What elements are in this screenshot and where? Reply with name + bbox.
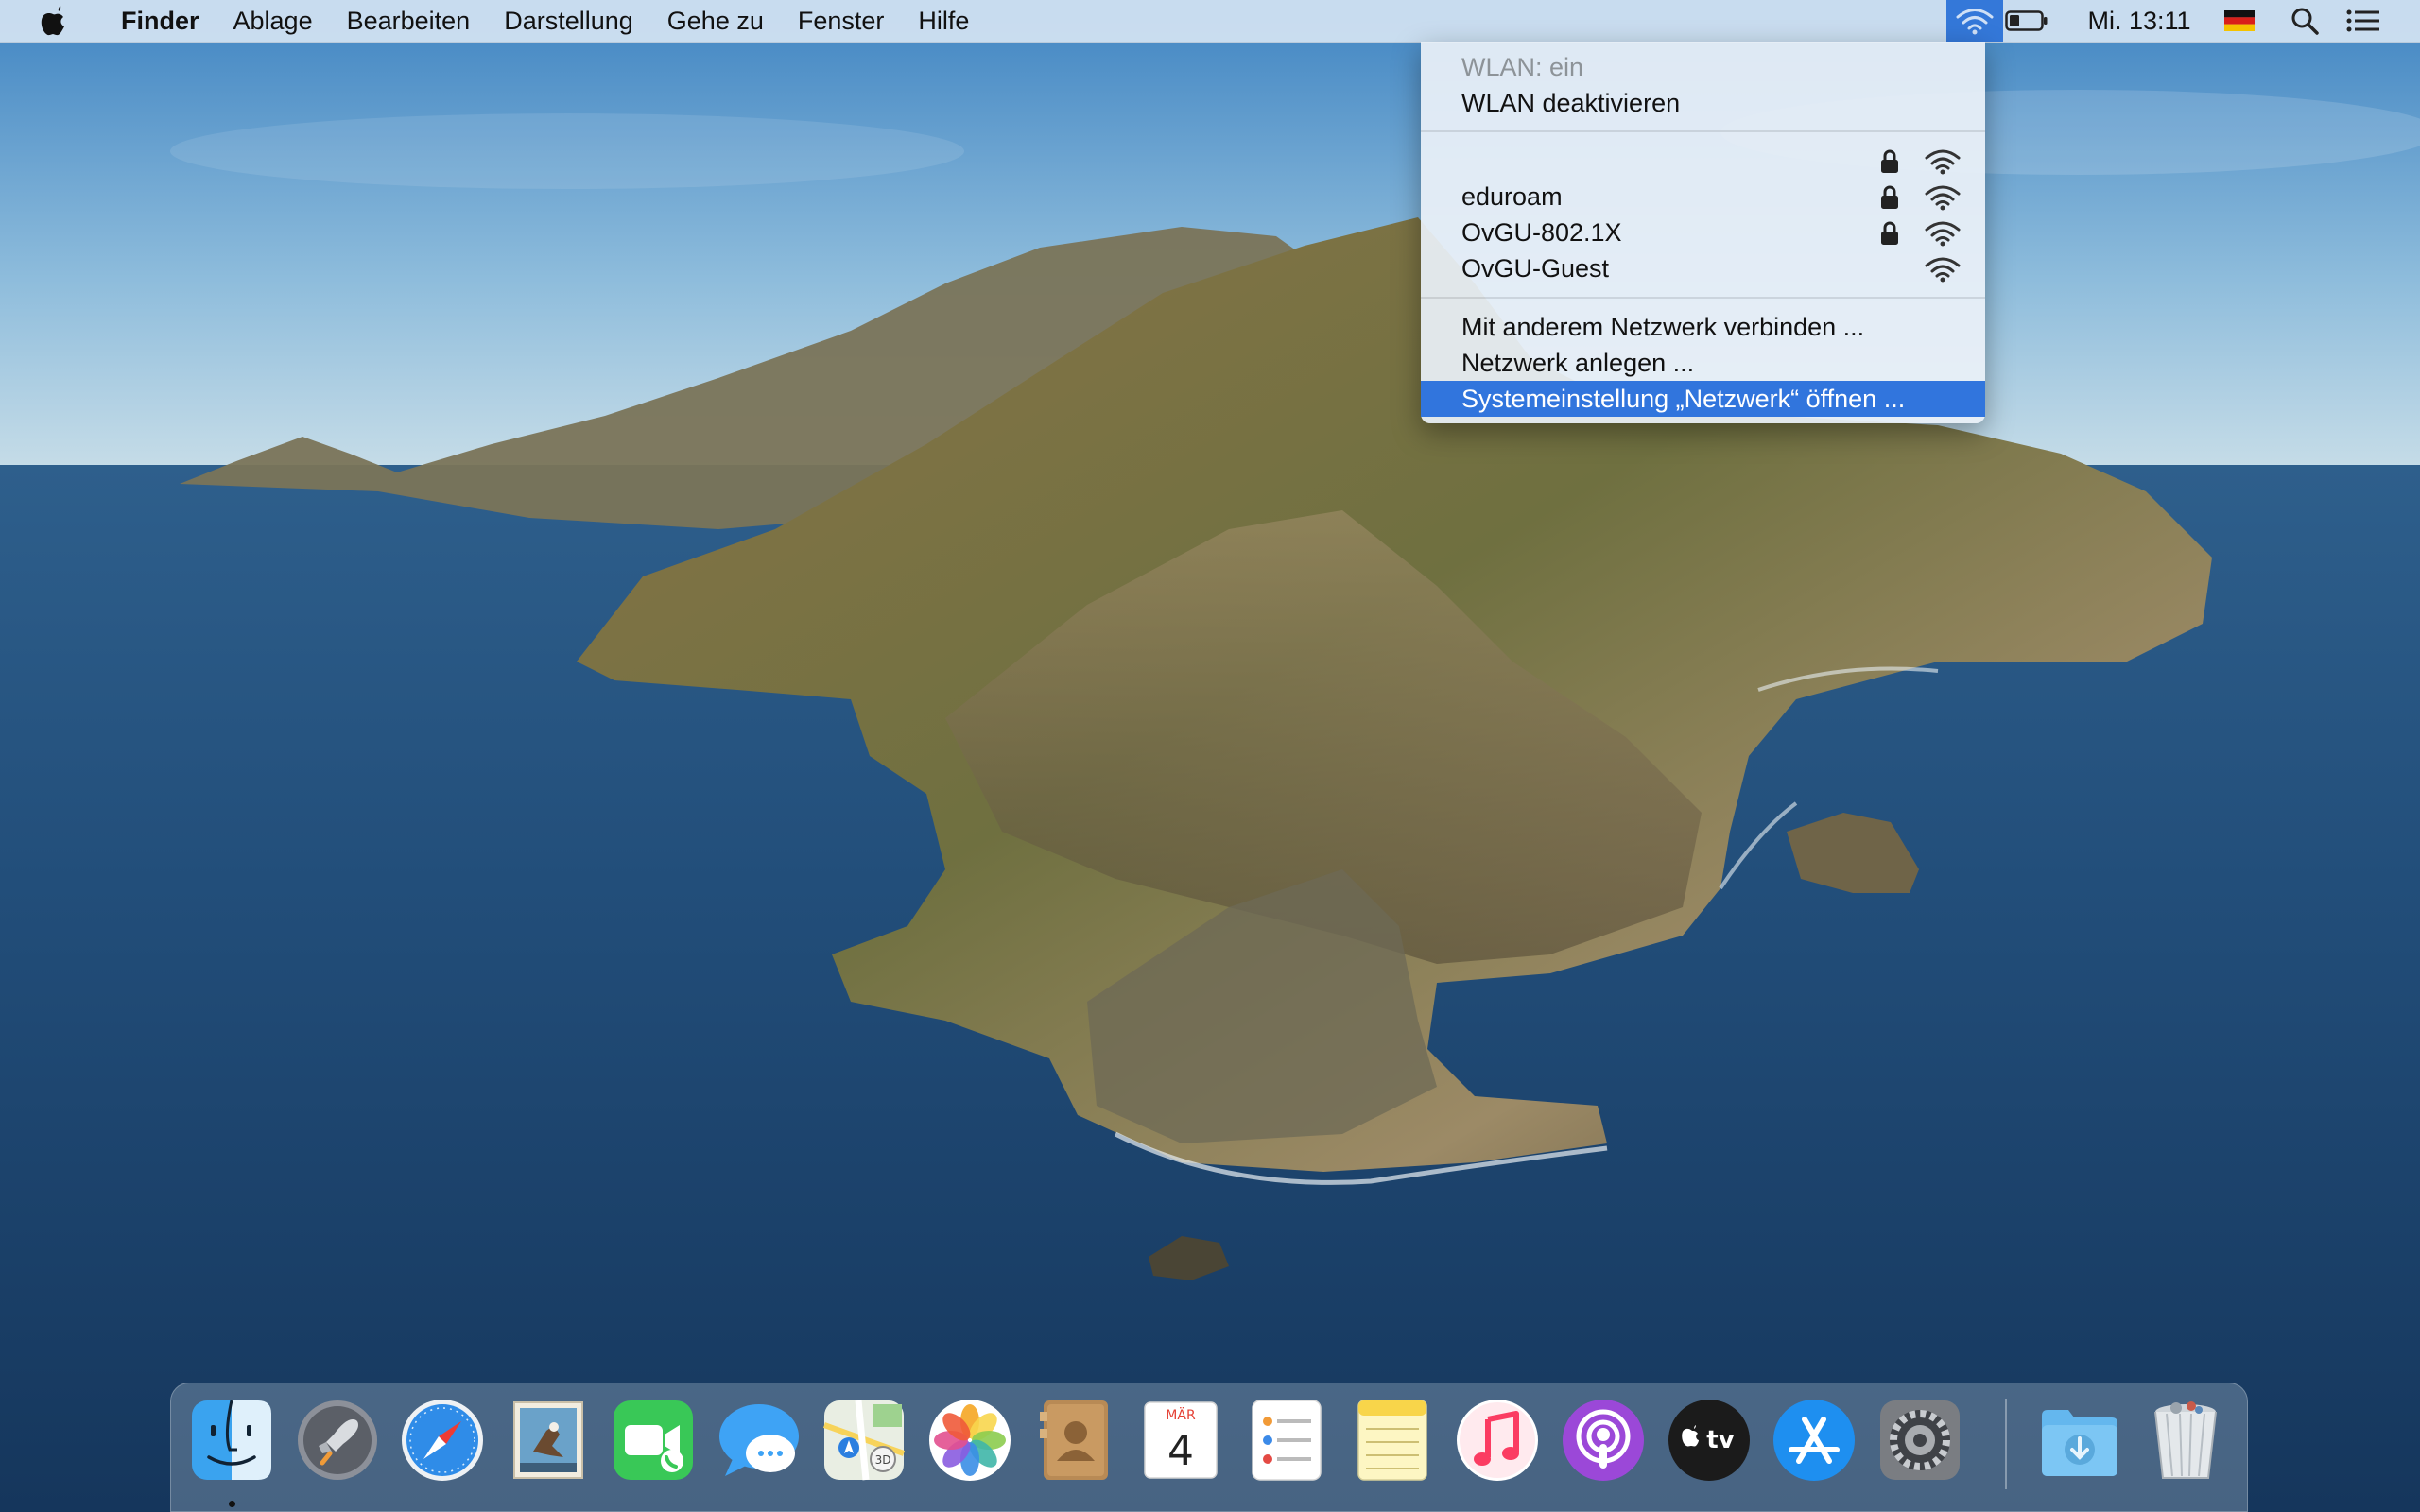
wifi-toggle-label: WLAN deaktivieren [1461,89,1681,117]
german-flag-icon[interactable] [2213,0,2266,42]
mail-icon[interactable] [505,1397,592,1484]
menu-hilfe[interactable]: Hilfe [918,7,969,36]
wifi-signal-icon [1925,149,1961,175]
wifi-signal-icon [1925,185,1961,211]
spotlight-search-icon[interactable] [2278,0,2331,42]
create-network-label: Netzwerk anlegen ... [1461,349,1695,377]
music-icon[interactable] [1454,1397,1541,1484]
network-name: OvGU-Guest [1461,254,1610,283]
safari-icon[interactable] [399,1397,486,1484]
network-name: eduroam [1461,182,1563,211]
battery-icon[interactable] [2000,0,2053,42]
photos-icon[interactable] [926,1397,1013,1484]
network-name: OvGU-802.1X [1461,218,1622,247]
menu-separator [1421,130,1985,132]
menu-darstellung[interactable]: Darstellung [504,7,633,36]
wifi-signal-icon [1925,221,1961,247]
other-network-item[interactable]: Mit anderem Netzwerk verbinden ... [1421,309,1985,345]
create-network-item[interactable]: Netzwerk anlegen ... [1421,345,1985,381]
clock[interactable]: Mi. 13:11 [2073,0,2205,42]
contacts-icon[interactable] [1032,1397,1119,1484]
network-item-ovgu-802-1x[interactable]: OvGU-802.1X [1421,215,1985,250]
calendar-month: MÄR [1166,1406,1196,1423]
maps-icon[interactable]: 3D [821,1397,908,1484]
menu-gehe-zu[interactable]: Gehe zu [667,7,764,36]
menu-separator [1421,297,1985,299]
apple-tv-icon[interactable]: tv [1666,1397,1753,1484]
menu-bearbeiten[interactable]: Bearbeiten [347,7,471,36]
apple-tv-label: tv [1706,1426,1734,1454]
calendar-day: 4 [1167,1427,1194,1475]
lock-icon [1881,185,1898,209]
wifi-status-label: WLAN: ein [1461,53,1584,81]
finder-icon[interactable] [188,1397,275,1484]
open-network-preferences-item[interactable]: Systemeinstellung „Netzwerk“ öffnen ... [1421,381,1985,417]
apple-logo-icon[interactable] [34,0,72,42]
wifi-signal-icon [1925,257,1961,283]
notification-center-icon[interactable] [2337,0,2390,42]
launchpad-icon[interactable] [294,1397,381,1484]
other-network-label: Mit anderem Netzwerk verbinden ... [1461,313,1865,341]
network-item-ovgu-guest[interactable]: OvGU-Guest [1421,250,1985,286]
reminders-icon[interactable] [1243,1397,1330,1484]
lock-icon [1881,149,1898,173]
lock-icon [1881,221,1898,245]
network-item-unnamed[interactable] [1421,143,1985,179]
facetime-icon[interactable] [610,1397,697,1484]
downloads-folder-icon[interactable] [2036,1397,2123,1484]
desktop-wallpaper [0,0,2420,1512]
wifi-status: WLAN: ein [1421,49,1985,85]
menu-bar: Finder Ablage Bearbeiten Darstellung Geh… [0,0,2420,43]
svg-text:3D: 3D [875,1453,891,1467]
app-store-icon[interactable] [1771,1397,1858,1484]
calendar-icon[interactable]: MÄR 4 [1137,1397,1224,1484]
dock-separator [2005,1399,2007,1489]
trash-icon[interactable] [2142,1397,2229,1484]
wifi-toggle-item[interactable]: WLAN deaktivieren [1421,85,1985,121]
menu-fenster[interactable]: Fenster [798,7,885,36]
messages-icon[interactable] [716,1397,803,1484]
wifi-dropdown-menu: WLAN: ein WLAN deaktivieren eduroam OvGU… [1421,42,1985,423]
open-network-preferences-label: Systemeinstellung „Netzwerk“ öffnen ... [1461,385,1906,413]
network-item-eduroam[interactable]: eduroam [1421,179,1985,215]
menu-finder[interactable]: Finder [121,7,199,36]
podcasts-icon[interactable] [1560,1397,1647,1484]
wifi-icon[interactable] [1946,0,2003,42]
notes-icon[interactable] [1349,1397,1436,1484]
menu-ablage[interactable]: Ablage [233,7,313,36]
finder-running-indicator [229,1501,235,1507]
system-preferences-icon[interactable] [1876,1397,1963,1484]
